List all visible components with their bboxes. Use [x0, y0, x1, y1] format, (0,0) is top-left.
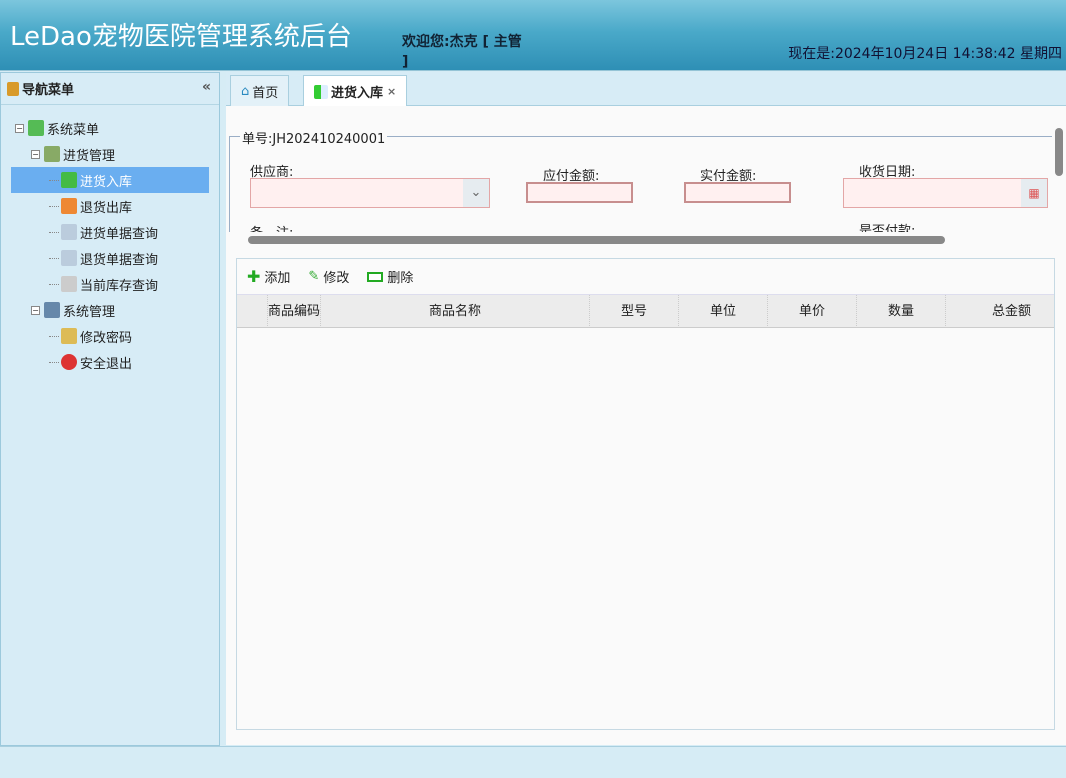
- sidebar-item-label: 退货出库: [80, 197, 132, 216]
- sidebar-item-label: 退货单据查询: [80, 249, 158, 268]
- grid-toolbar: ✚添加 ✎ 修改 删除: [237, 259, 1054, 295]
- sidebar-item[interactable]: 进货单据查询: [1, 219, 219, 245]
- remark-label: 备 注:: [250, 222, 293, 232]
- collapse-button[interactable]: «: [202, 79, 211, 95]
- column-header[interactable]: 商品编码: [267, 295, 320, 328]
- column-header[interactable]: 数量: [856, 295, 945, 328]
- sidebar-header: 导航菜单 «: [1, 73, 219, 105]
- tree-line: [49, 180, 59, 181]
- sidebar: 导航菜单 « − 系统菜单 − 进货管理进货入库退货出库进货单据查询退货单据查询当前库…: [0, 72, 220, 746]
- clock: 现在是:2024年10月24日 14:38:42 星期四: [788, 43, 1062, 63]
- column-header[interactable]: 商品名称: [320, 295, 589, 328]
- menu-item-icon: [61, 198, 77, 214]
- tab-stock-in[interactable]: 进货入库 ×: [303, 75, 407, 107]
- sidebar-item-label: 系统菜单: [47, 119, 99, 138]
- expand-toggle-icon[interactable]: −: [15, 124, 24, 133]
- form-horizontal-scrollbar[interactable]: [226, 232, 1052, 248]
- sidebar-item-label: 进货管理: [63, 145, 115, 164]
- tree-line: [49, 362, 59, 363]
- expand-toggle-icon[interactable]: −: [31, 150, 40, 159]
- tree-line: [49, 258, 59, 259]
- welcome-text: 欢迎您:杰克 [ 主管 ]: [402, 32, 522, 72]
- pencil-icon: ✎: [308, 269, 319, 284]
- close-icon[interactable]: ×: [387, 85, 396, 98]
- menu-item-icon: [44, 146, 60, 162]
- content-panel: 单号:JH202410240001 供应商: ⌄ 应付金额: 实付金额: 收货日…: [226, 106, 1066, 745]
- menu-item-icon: [44, 302, 60, 318]
- menu-item-icon: [61, 250, 77, 266]
- sidebar-item-label: 修改密码: [80, 327, 132, 346]
- signpost-icon: [7, 82, 19, 96]
- grid-header: 商品编码 商品名称 型号 单位 单价 数量 总金额: [237, 295, 1054, 328]
- date-input[interactable]: ▦: [843, 178, 1048, 208]
- menu-item-icon: [61, 224, 77, 240]
- column-header[interactable]: 总金额: [945, 295, 1035, 328]
- menu-item-icon: [61, 354, 77, 370]
- sidebar-title: 导航菜单: [22, 79, 74, 98]
- sidebar-item[interactable]: 安全退出: [1, 349, 219, 375]
- form-vertical-scrollbar[interactable]: [1052, 106, 1066, 232]
- tab-bar: ⌂ 首页 进货入库 ×: [226, 72, 1066, 106]
- paid-input[interactable]: [684, 182, 791, 203]
- items-grid: ✚添加 ✎ 修改 删除 商品编码 商品名称 型号 单位 单价 数量 总金额: [236, 258, 1055, 730]
- edit-button[interactable]: ✎ 修改: [308, 267, 349, 286]
- sidebar-item[interactable]: 退货出库: [1, 193, 219, 219]
- order-form: 单号:JH202410240001 供应商: ⌄ 应付金额: 实付金额: 收货日…: [226, 106, 1052, 232]
- tree-line: [49, 336, 59, 337]
- column-header[interactable]: 型号: [589, 295, 678, 328]
- is-paid-label: 是否付款:: [859, 220, 915, 232]
- column-header[interactable]: 单价: [767, 295, 856, 328]
- payable-input[interactable]: [526, 182, 633, 203]
- tab-stock-in-label: 进货入库: [331, 82, 383, 101]
- add-label: 添加: [264, 267, 290, 286]
- chevron-down-icon[interactable]: ⌄: [463, 179, 489, 207]
- sidebar-item[interactable]: 当前库存查询: [1, 271, 219, 297]
- footer: [0, 746, 1066, 778]
- menu-item-icon: [28, 120, 44, 136]
- sidebar-item-label: 当前库存查询: [80, 275, 158, 294]
- delete-button[interactable]: 删除: [367, 267, 413, 286]
- plus-icon: ✚: [247, 267, 260, 286]
- app-title: LeDao宠物医院管理系统后台: [10, 16, 352, 53]
- supplier-select[interactable]: ⌄: [250, 178, 490, 208]
- menu-item-icon: [61, 276, 77, 292]
- delete-label: 删除: [387, 267, 413, 286]
- minus-icon: [367, 272, 383, 282]
- tab-home[interactable]: ⌂ 首页: [230, 75, 289, 107]
- calendar-icon[interactable]: ▦: [1021, 179, 1047, 207]
- sidebar-item[interactable]: 进货入库: [11, 167, 209, 193]
- sidebar-item-label: 进货单据查询: [80, 223, 158, 242]
- tab-home-label: 首页: [252, 82, 278, 101]
- sidebar-item[interactable]: 退货单据查询: [1, 245, 219, 271]
- sidebar-item-label: 系统管理: [63, 301, 115, 320]
- sidebar-item[interactable]: − 系统管理: [1, 297, 219, 323]
- column-header[interactable]: 单位: [678, 295, 767, 328]
- sidebar-item-label: 进货入库: [80, 171, 132, 190]
- menu-item-icon: [61, 328, 77, 344]
- arrow-in-icon: [314, 85, 328, 99]
- header: LeDao宠物医院管理系统后台 欢迎您:杰克 [ 主管 ] 现在是:2024年1…: [0, 0, 1066, 71]
- order-number: 单号:JH202410240001: [240, 128, 387, 147]
- menu-item-icon: [61, 172, 77, 188]
- add-button[interactable]: ✚添加: [247, 267, 290, 286]
- sidebar-item[interactable]: − 进货管理: [1, 141, 219, 167]
- tree-line: [49, 232, 59, 233]
- sidebar-item[interactable]: 修改密码: [1, 323, 219, 349]
- edit-label: 修改: [323, 267, 349, 286]
- tree-line: [49, 206, 59, 207]
- home-icon: ⌂: [241, 84, 249, 99]
- expand-toggle-icon[interactable]: −: [31, 306, 40, 315]
- tree-line: [49, 284, 59, 285]
- sidebar-item[interactable]: − 系统菜单: [1, 115, 219, 141]
- nav-tree: − 系统菜单 − 进货管理进货入库退货出库进货单据查询退货单据查询当前库存查询 − 系统管…: [1, 105, 219, 375]
- sidebar-item-label: 安全退出: [80, 353, 132, 372]
